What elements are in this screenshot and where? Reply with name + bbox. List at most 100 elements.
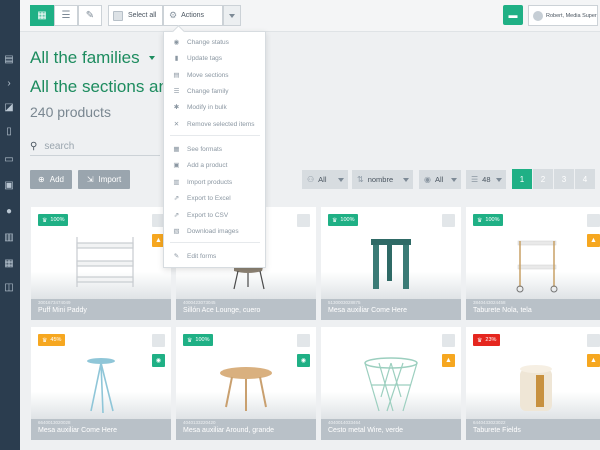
menu-item-label: Move sections bbox=[187, 71, 229, 79]
eye-icon[interactable]: ◉ bbox=[297, 354, 310, 367]
settings-icon[interactable]: ◫ bbox=[2, 282, 16, 294]
arrow-right-icon[interactable]: › bbox=[2, 78, 16, 90]
edit-view-button[interactable]: ✎ bbox=[78, 5, 102, 26]
product-card[interactable]: ♛ 100% ▲ 3840443024458 Taburete Nola, tel… bbox=[466, 207, 600, 320]
chat-button[interactable]: ▬ bbox=[503, 5, 523, 25]
menu-divider bbox=[170, 135, 260, 136]
warning-icon[interactable]: ▲ bbox=[587, 234, 600, 247]
actions-button[interactable]: ⚙ Actions bbox=[163, 5, 223, 26]
product-name[interactable]: Puff Mini Paddy bbox=[38, 306, 164, 316]
search-placeholder: search bbox=[44, 141, 75, 152]
menu-item-move-sections[interactable]: ▤ Move sections bbox=[164, 68, 265, 82]
menu-item-update-tags[interactable]: ▮ Update tags bbox=[164, 51, 265, 65]
product-card[interactable]: ♛ 100% ◉ 4040133220420 Mesa auxiliar Arou… bbox=[176, 327, 316, 440]
product-name[interactable]: Mesa auxiliar Come Here bbox=[328, 306, 454, 316]
product-card[interactable]: ♛ 23% ▲ 6440433023022 Taburete Fields bbox=[466, 327, 600, 440]
product-name[interactable]: Sillón Ace Lounge, cuero bbox=[183, 306, 309, 316]
badge-text: 100% bbox=[340, 217, 355, 223]
grid-view-button[interactable]: ▦ bbox=[30, 5, 54, 26]
product-name[interactable]: Mesa auxiliar Come Here bbox=[38, 426, 164, 436]
avatar bbox=[533, 10, 543, 21]
card-checkbox[interactable] bbox=[587, 214, 600, 227]
status-filter-value: All bbox=[318, 175, 327, 184]
menu-item-edit-forms[interactable]: ✎ Edit forms bbox=[164, 249, 265, 263]
user-menu[interactable]: Robert, Media Super bbox=[528, 5, 598, 26]
book-icon[interactable]: ▯ bbox=[2, 126, 16, 138]
product-name[interactable]: Taburete Nola, tela bbox=[473, 306, 599, 316]
product-name[interactable]: Taburete Fields bbox=[473, 426, 599, 436]
chart-icon[interactable]: ▥ bbox=[2, 232, 16, 244]
menu-item-download-images[interactable]: ▧ Download images bbox=[164, 224, 265, 238]
menu-divider bbox=[170, 242, 260, 243]
save-icon[interactable]: ▦ bbox=[2, 258, 16, 270]
sort-filter-value: nombre bbox=[367, 175, 394, 184]
section-selector[interactable]: All the sections and bbox=[30, 77, 177, 97]
grid-icon[interactable]: ▤ bbox=[2, 54, 16, 66]
menu-item-label: Change status bbox=[187, 38, 229, 46]
add-button[interactable]: ⊕ Add bbox=[30, 170, 72, 189]
card-meta: 6640013020028 Mesa auxiliar Come Here bbox=[31, 419, 171, 440]
menu-item-label: Modify in bulk bbox=[187, 103, 227, 111]
list-icon: ☰ bbox=[61, 10, 71, 21]
menu-item-add-product[interactable]: ▣ Add a product bbox=[164, 158, 265, 172]
list-view-button[interactable]: ☰ bbox=[54, 5, 78, 26]
status-filter[interactable]: ⚇ All bbox=[302, 170, 348, 189]
card-checkbox[interactable] bbox=[587, 334, 600, 347]
completeness-badge: ♛ 100% bbox=[473, 214, 504, 226]
product-card[interactable]: ♛ 100% 5130003028875 Mesa auxiliar Come H… bbox=[321, 207, 461, 320]
page-3[interactable]: 3 bbox=[554, 169, 574, 189]
menu-item-modify-in-bulk[interactable]: ✱ Modify in bulk bbox=[164, 100, 265, 114]
award-icon: ♛ bbox=[332, 217, 338, 224]
card-checkbox[interactable] bbox=[442, 214, 455, 227]
menu-item-import-products[interactable]: ▥ Import products bbox=[164, 175, 265, 189]
person-icon[interactable]: ● bbox=[2, 206, 16, 218]
page-1[interactable]: 1 bbox=[512, 169, 532, 189]
card-checkbox[interactable] bbox=[152, 334, 165, 347]
menu-item-export-excel[interactable]: ⇗ Export to Excel bbox=[164, 191, 265, 205]
download-images-icon: ▧ bbox=[173, 228, 180, 235]
edit-forms-icon: ✎ bbox=[173, 253, 180, 260]
page-2[interactable]: 2 bbox=[533, 169, 553, 189]
section-icon: ▤ bbox=[173, 72, 180, 79]
tag-icon[interactable]: ◪ bbox=[2, 102, 16, 114]
menu-item-change-status[interactable]: ◉ Change status bbox=[164, 35, 265, 49]
search-field[interactable]: ⚲ search bbox=[30, 138, 160, 156]
import-label: Import bbox=[98, 175, 122, 184]
eye-icon[interactable]: ◉ bbox=[152, 354, 165, 367]
product-card[interactable]: ▲ 4040014033464 Cesto metal Wire, verde bbox=[321, 327, 461, 440]
menu-item-see-formats[interactable]: ▦ See formats bbox=[164, 142, 265, 156]
per-page-filter[interactable]: ☰ 48 bbox=[466, 170, 506, 189]
card-checkbox[interactable] bbox=[297, 214, 310, 227]
menu-item-export-csv[interactable]: ⇗ Export to CSV bbox=[164, 208, 265, 222]
product-card[interactable]: ♛ 100% ▲ 3001673474049 Puff Mini Paddy bbox=[31, 207, 171, 320]
export-csv-icon: ⇗ bbox=[173, 212, 180, 219]
eye-icon: ◉ bbox=[173, 39, 180, 46]
import-button[interactable]: ⇲ Import bbox=[78, 170, 130, 189]
formats-icon: ▦ bbox=[173, 146, 180, 153]
warning-icon[interactable]: ▲ bbox=[587, 354, 600, 367]
add-label: Add bbox=[49, 175, 64, 184]
sort-filter[interactable]: ⇅ nombre bbox=[352, 170, 413, 189]
product-card[interactable]: ♛ 45% ◉ 6640013020028 Mesa auxiliar Come … bbox=[31, 327, 171, 440]
product-name[interactable]: Cesto metal Wire, verde bbox=[328, 426, 454, 436]
menu-item-remove-selected[interactable]: ✕ Remove selected items bbox=[164, 117, 265, 131]
actions-dropdown-toggle[interactable] bbox=[223, 5, 241, 26]
menu-item-label: Remove selected items bbox=[187, 120, 255, 128]
page-4[interactable]: 4 bbox=[575, 169, 595, 189]
card-checkbox[interactable] bbox=[297, 334, 310, 347]
actions-label: Actions bbox=[181, 12, 205, 19]
cart-icon[interactable]: ▣ bbox=[2, 180, 16, 192]
award-icon: ♛ bbox=[477, 217, 483, 224]
folder-icon[interactable]: ▭ bbox=[2, 154, 16, 166]
card-checkbox[interactable] bbox=[442, 334, 455, 347]
list-icon: ☰ bbox=[173, 88, 180, 95]
chevron-down-icon bbox=[229, 13, 235, 18]
select-all-button[interactable]: Select all bbox=[108, 5, 164, 26]
menu-item-change-family[interactable]: ☰ Change family bbox=[164, 84, 265, 98]
visibility-filter[interactable]: ◉ All bbox=[419, 170, 461, 189]
export-excel-icon: ⇗ bbox=[173, 195, 180, 202]
warning-icon[interactable]: ▲ bbox=[442, 354, 455, 367]
family-selector[interactable]: All the families bbox=[30, 48, 155, 68]
select-all-checkbox[interactable] bbox=[113, 10, 123, 21]
product-name[interactable]: Mesa auxiliar Around, grande bbox=[183, 426, 309, 436]
